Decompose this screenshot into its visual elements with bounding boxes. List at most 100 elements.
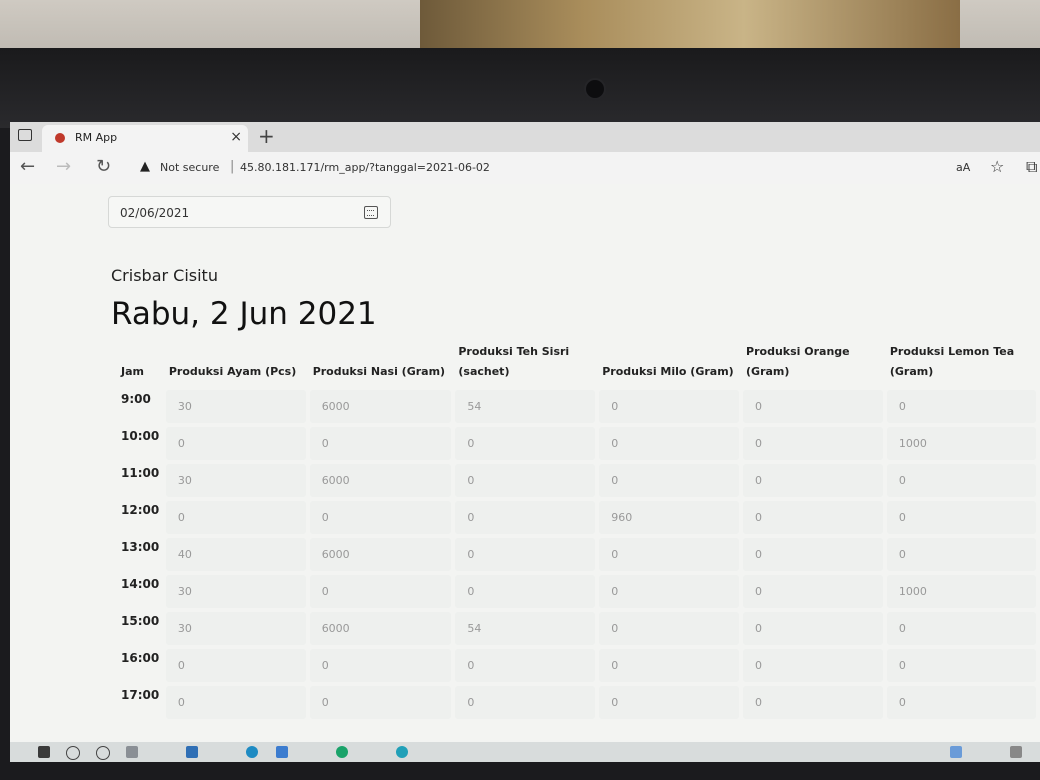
- cell-ayam[interactable]: 30: [165, 612, 306, 645]
- production-table: Jam Produksi Ayam (Pcs) Produksi Nasi (G…: [114, 336, 1040, 723]
- cell-lemon-tea[interactable]: 0: [886, 501, 1036, 534]
- cell-milo[interactable]: 0: [599, 686, 740, 719]
- row-time: 11:00: [121, 466, 160, 480]
- cell-nasi[interactable]: 6000: [309, 390, 452, 423]
- cell-lemon-tea[interactable]: 0: [886, 686, 1036, 719]
- table-row: 17:00 0 0 0 0 0 0: [118, 686, 1036, 719]
- cell-ayam[interactable]: 30: [165, 575, 306, 608]
- cell-teh[interactable]: 0: [455, 464, 596, 497]
- cell-teh[interactable]: 0: [455, 501, 596, 534]
- cell-teh[interactable]: 0: [455, 686, 596, 719]
- collections-icon[interactable]: ⧉: [1026, 157, 1037, 177]
- cell-lemon-tea[interactable]: 0: [886, 612, 1036, 645]
- cell-ayam[interactable]: 30: [165, 464, 306, 497]
- cell-teh[interactable]: 0: [455, 427, 596, 460]
- cell-lemon-tea[interactable]: 0: [886, 464, 1036, 497]
- page-title: Rabu, 2 Jun 2021: [111, 296, 377, 332]
- cell-milo[interactable]: 0: [599, 612, 740, 645]
- reload-icon[interactable]: ↻: [96, 156, 111, 177]
- task-view-icon[interactable]: [126, 746, 138, 758]
- cell-teh[interactable]: 0: [455, 649, 596, 682]
- row-time: 14:00: [121, 577, 160, 591]
- cell-orange[interactable]: 0: [743, 464, 883, 497]
- cell-milo[interactable]: 960: [599, 501, 740, 534]
- cell-nasi[interactable]: 6000: [309, 612, 452, 645]
- cell-nasi[interactable]: 0: [309, 686, 452, 719]
- back-arrow-icon[interactable]: ←: [20, 156, 35, 177]
- cell-teh[interactable]: 0: [455, 575, 596, 608]
- cell-milo[interactable]: 0: [599, 464, 740, 497]
- cell-ayam[interactable]: 0: [165, 649, 306, 682]
- url-text[interactable]: 45.80.181.171/rm_app/?tanggal=2021-06-02: [240, 161, 490, 174]
- cell-ayam[interactable]: 40: [165, 538, 306, 571]
- edge-icon[interactable]: [246, 746, 258, 758]
- cell-ayam[interactable]: 0: [165, 501, 306, 534]
- cell-orange[interactable]: 0: [743, 427, 883, 460]
- cortana-icon[interactable]: [96, 746, 110, 760]
- chrome-icon[interactable]: [336, 746, 348, 758]
- warning-icon[interactable]: ▲: [140, 159, 150, 174]
- system-tray-icon[interactable]: [950, 746, 962, 758]
- cell-lemon-tea[interactable]: 0: [886, 538, 1036, 571]
- cell-nasi[interactable]: 6000: [309, 538, 452, 571]
- cell-nasi[interactable]: 0: [309, 427, 452, 460]
- close-tab-icon[interactable]: ×: [230, 129, 242, 145]
- cell-ayam[interactable]: 30: [165, 390, 306, 423]
- cell-orange[interactable]: 0: [743, 501, 883, 534]
- app-icon[interactable]: [186, 746, 198, 758]
- table-row: 15:00 30 6000 54 0 0 0: [118, 612, 1036, 645]
- cell-milo[interactable]: 0: [599, 538, 740, 571]
- cell-nasi[interactable]: 0: [309, 575, 452, 608]
- cell-nasi[interactable]: 0: [309, 649, 452, 682]
- date-input[interactable]: 02/06/2021: [108, 196, 391, 228]
- cell-lemon-tea[interactable]: 1000: [886, 575, 1036, 608]
- tab-rm-app[interactable]: RM App ×: [42, 125, 248, 152]
- column-header-teh: Produksi Teh Sisri (sachet): [458, 345, 570, 378]
- column-header-nasi: Produksi Nasi (Gram): [312, 365, 446, 378]
- url-separator: |: [230, 159, 235, 174]
- cell-milo[interactable]: 0: [599, 649, 740, 682]
- laptop-bezel: [0, 48, 1040, 128]
- cell-milo[interactable]: 0: [599, 390, 740, 423]
- cell-milo[interactable]: 0: [599, 575, 740, 608]
- column-header-lemon-tea: Produksi Lemon Tea (Gram): [889, 345, 1015, 378]
- browser-icon[interactable]: [396, 746, 408, 758]
- row-time: 17:00: [121, 688, 160, 702]
- row-time: 16:00: [121, 651, 160, 665]
- cell-orange[interactable]: 0: [743, 538, 883, 571]
- favorite-star-icon[interactable]: ☆: [990, 157, 1004, 176]
- security-label[interactable]: Not secure: [160, 161, 219, 174]
- row-time: 10:00: [121, 429, 160, 443]
- cell-nasi[interactable]: 0: [309, 501, 452, 534]
- notification-icon[interactable]: [1010, 746, 1022, 758]
- cell-orange[interactable]: 0: [743, 575, 883, 608]
- read-aloud-icon[interactable]: aA: [956, 161, 970, 174]
- cell-nasi[interactable]: 6000: [309, 464, 452, 497]
- cell-orange[interactable]: 0: [743, 686, 883, 719]
- cell-teh[interactable]: 54: [455, 390, 596, 423]
- page-content: 02/06/2021 Crisbar Cisitu Rabu, 2 Jun 20…: [10, 184, 1040, 742]
- address-bar[interactable]: ▲ Not secure | 45.80.181.171/rm_app/?tan…: [134, 156, 1037, 180]
- cell-lemon-tea[interactable]: 0: [886, 390, 1036, 423]
- column-header-ayam: Produksi Ayam (Pcs): [168, 365, 297, 378]
- cell-orange[interactable]: 0: [743, 612, 883, 645]
- cell-teh[interactable]: 0: [455, 538, 596, 571]
- cell-ayam[interactable]: 0: [165, 686, 306, 719]
- cell-ayam[interactable]: 0: [165, 427, 306, 460]
- windows-taskbar: [10, 742, 1040, 762]
- tab-bar: RM App × +: [10, 122, 1040, 152]
- tab-actions-icon[interactable]: [18, 129, 32, 141]
- start-icon[interactable]: [38, 746, 50, 758]
- forward-arrow-icon[interactable]: →: [56, 156, 71, 177]
- search-icon[interactable]: [66, 746, 80, 760]
- cell-orange[interactable]: 0: [743, 649, 883, 682]
- cell-orange[interactable]: 0: [743, 390, 883, 423]
- cell-lemon-tea[interactable]: 1000: [886, 427, 1036, 460]
- cell-milo[interactable]: 0: [599, 427, 740, 460]
- cell-teh[interactable]: 54: [455, 612, 596, 645]
- cell-lemon-tea[interactable]: 0: [886, 649, 1036, 682]
- new-tab-icon[interactable]: +: [258, 124, 275, 148]
- explorer-icon[interactable]: [276, 746, 288, 758]
- row-time: 15:00: [121, 614, 160, 628]
- calendar-icon[interactable]: [364, 206, 378, 219]
